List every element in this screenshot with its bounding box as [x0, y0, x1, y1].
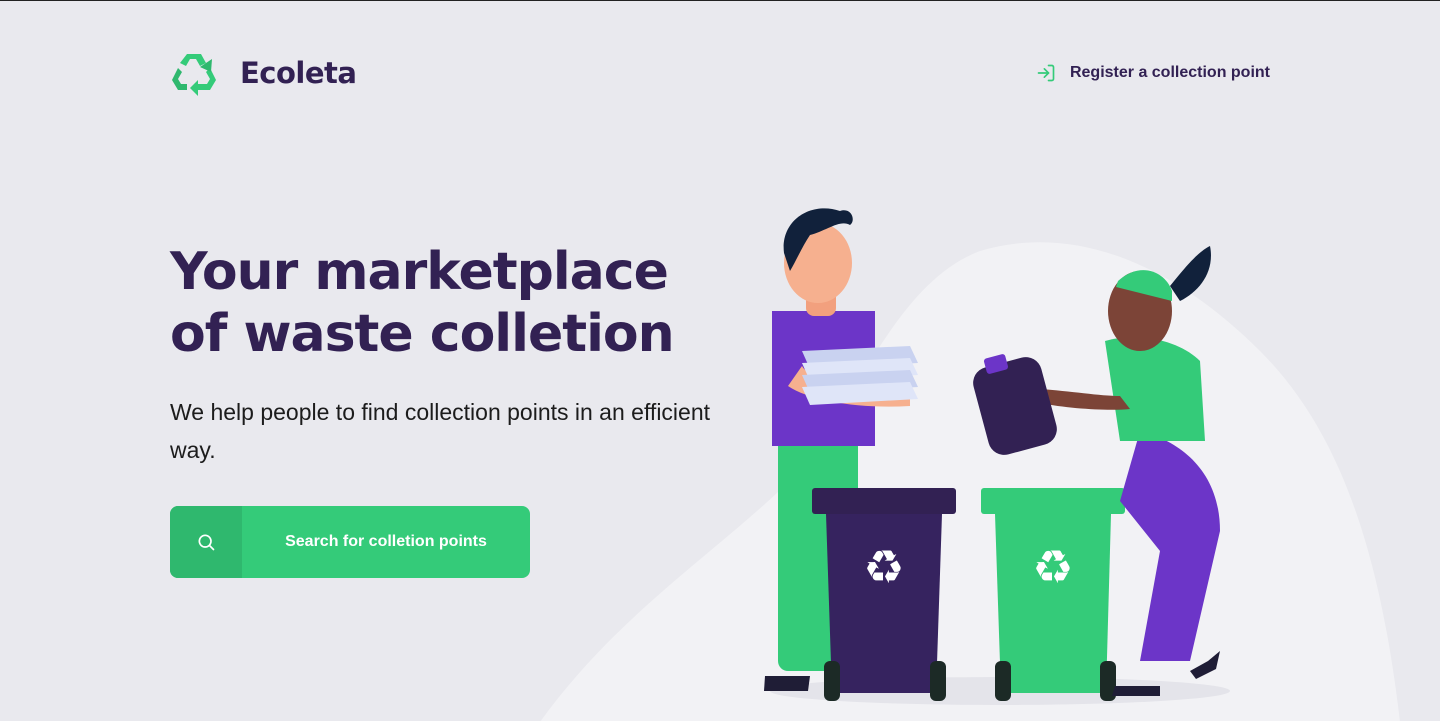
background-blob — [540, 242, 1400, 721]
search-icon — [198, 534, 215, 551]
paper-stack — [802, 346, 918, 405]
search-collection-points-button[interactable]: Search for colletion points — [170, 506, 530, 578]
header: Ecoleta Register a collection point — [170, 48, 1270, 98]
register-link-label: Register a collection point — [1069, 64, 1270, 81]
brand-name: Ecoleta — [240, 56, 357, 90]
logo[interactable]: Ecoleta — [170, 50, 357, 96]
recycling-people-illustration: ♻ ♻ — [540, 208, 1400, 721]
svg-text:♻: ♻ — [1032, 540, 1073, 594]
green-recycling-bin: ♻ — [981, 488, 1125, 701]
svg-text:♻: ♻ — [863, 540, 904, 594]
dark-recycling-bin: ♻ — [812, 488, 956, 701]
register-collection-point-link[interactable]: Register a collection point — [1036, 63, 1270, 83]
log-in-icon — [1037, 64, 1055, 82]
search-icon-box — [170, 506, 242, 578]
recycle-logo-icon — [172, 54, 216, 96]
search-button-label: Search for colletion points — [285, 533, 487, 550]
